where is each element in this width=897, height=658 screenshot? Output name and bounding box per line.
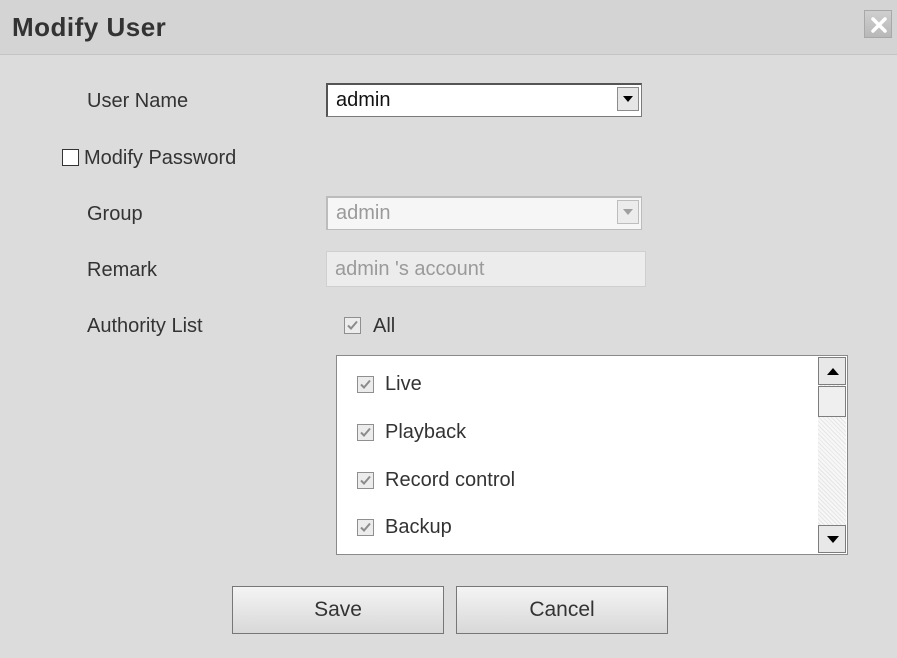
check-icon — [360, 522, 371, 532]
check-icon — [360, 379, 371, 389]
chevron-down-icon — [623, 209, 633, 215]
check-icon — [360, 427, 371, 437]
arrow-up-icon — [827, 368, 839, 375]
remark-field[interactable]: admin 's account — [326, 251, 646, 287]
live-checkbox[interactable] — [357, 376, 374, 393]
backup-checkbox[interactable] — [357, 519, 374, 536]
authority-list-label: Authority List — [87, 315, 203, 337]
list-item-label: Playback — [385, 421, 467, 443]
scroll-up-button[interactable] — [818, 357, 846, 385]
user-name-select[interactable]: admin — [326, 83, 642, 117]
modify-password-checkbox[interactable] — [62, 149, 79, 166]
group-select[interactable]: admin — [326, 196, 642, 230]
user-name-label: User Name — [87, 90, 189, 112]
all-label: All — [373, 315, 396, 337]
cancel-button[interactable]: Cancel — [456, 586, 668, 634]
close-button[interactable] — [864, 10, 892, 38]
modify-password-label: Modify Password — [84, 147, 237, 169]
group-value: admin — [336, 202, 391, 224]
modify-user-dialog: Modify User User Name admin Modify Passw… — [0, 0, 897, 658]
authority-list[interactable]: Live Playback Record control Backup — [336, 355, 848, 555]
group-label: Group — [87, 203, 143, 225]
authority-list-scrollbar[interactable] — [818, 357, 846, 553]
all-checkbox[interactable] — [344, 317, 361, 334]
record-control-checkbox[interactable] — [357, 472, 374, 489]
dialog-titlebar: Modify User — [0, 0, 897, 55]
remark-value: admin 's account — [335, 258, 485, 280]
check-icon — [360, 475, 371, 485]
save-button[interactable]: Save — [232, 586, 444, 634]
chevron-down-icon — [623, 96, 633, 102]
scrollbar-thumb[interactable] — [818, 386, 846, 417]
arrow-down-icon — [827, 536, 839, 543]
group-dropdown-button[interactable] — [617, 200, 639, 224]
dialog-title: Modify User — [12, 12, 167, 42]
list-item-label: Record control — [385, 469, 516, 491]
playback-checkbox[interactable] — [357, 424, 374, 441]
list-item-label: Live — [385, 373, 422, 395]
check-icon — [347, 320, 358, 330]
scroll-down-button[interactable] — [818, 525, 846, 553]
close-icon — [871, 17, 887, 33]
remark-label: Remark — [87, 259, 158, 281]
user-name-dropdown-button[interactable] — [617, 87, 639, 111]
user-name-value: admin — [336, 89, 391, 111]
list-item-label: Backup — [385, 516, 452, 538]
